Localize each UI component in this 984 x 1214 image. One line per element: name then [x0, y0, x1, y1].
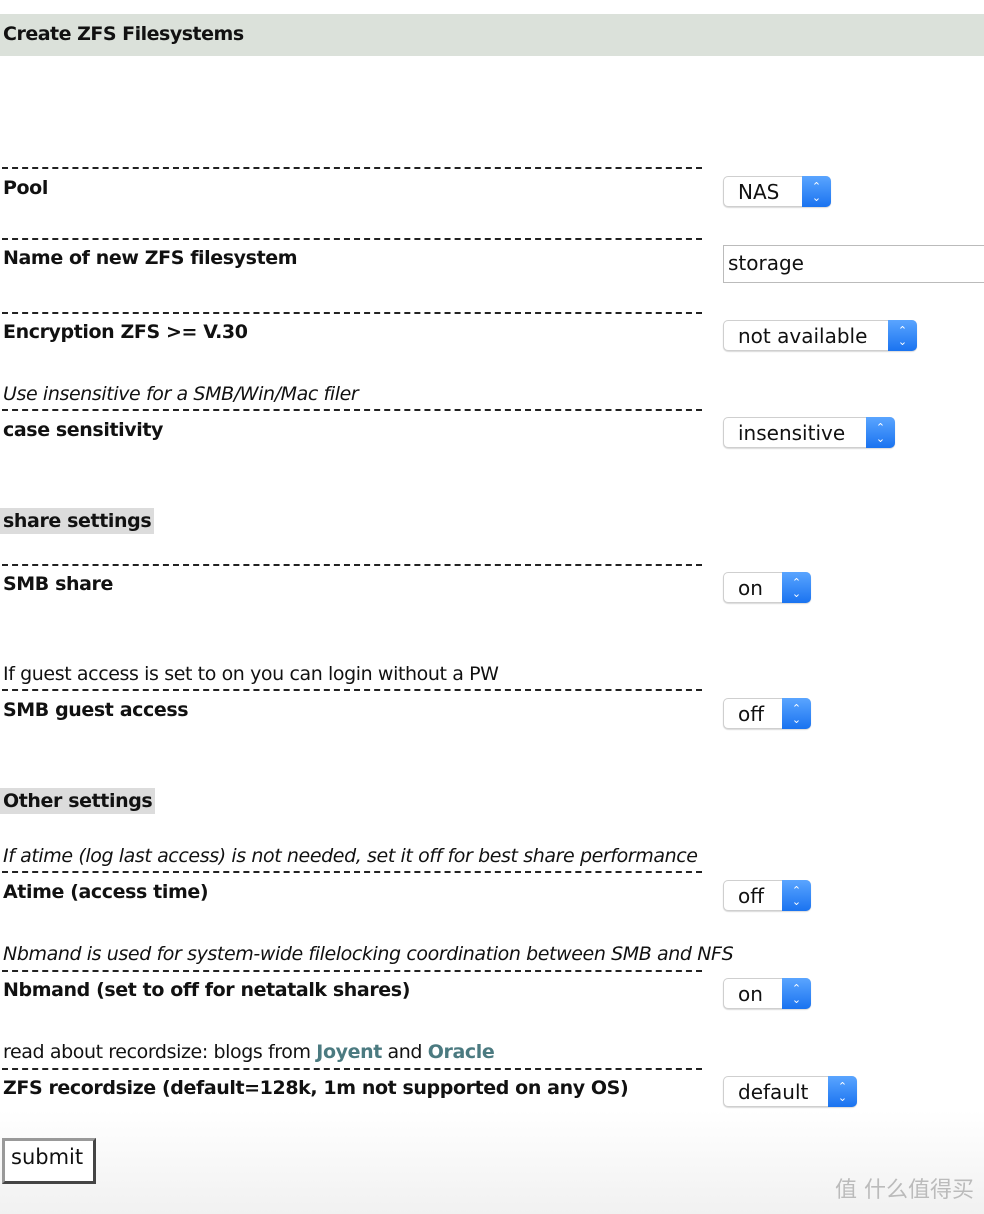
divider — [2, 167, 702, 169]
divider — [2, 1068, 702, 1070]
chevron-updown-icon: ⌃ ⌄ — [782, 698, 811, 729]
nbmand-value: on — [738, 982, 763, 1006]
atime-select[interactable]: off ⌃ ⌄ — [723, 880, 811, 911]
page-header: Create ZFS Filesystems — [0, 14, 984, 56]
section-other-settings: Other settings — [0, 788, 156, 814]
smb-guest-label: SMB guest access — [3, 699, 189, 721]
atime-hint: If atime (log last access) is not needed… — [3, 845, 698, 867]
smb-guest-select[interactable]: off ⌃ ⌄ — [723, 698, 811, 729]
divider — [2, 312, 702, 314]
recordsize-hint-text: read about recordsize: blogs from — [3, 1041, 311, 1063]
recordsize-hint: read about recordsize: blogs from Joyent… — [3, 1040, 495, 1064]
smb-share-label: SMB share — [3, 573, 114, 595]
chevron-updown-icon: ⌃ ⌄ — [782, 572, 811, 603]
recordsize-label: ZFS recordsize (default=128k, 1m not sup… — [3, 1077, 629, 1099]
pool-select[interactable]: NAS ⌃ ⌄ — [723, 176, 831, 207]
chevron-updown-icon: ⌃ ⌄ — [828, 1076, 857, 1107]
nbmand-select[interactable]: on ⌃ ⌄ — [723, 978, 811, 1009]
recordsize-value: default — [738, 1080, 809, 1104]
atime-value: off — [738, 884, 765, 908]
atime-label: Atime (access time) — [3, 881, 209, 903]
smb-guest-value: off — [738, 702, 765, 726]
nbmand-hint: Nbmand is used for system-wide filelocki… — [3, 943, 734, 965]
divider — [2, 409, 702, 411]
encryption-select[interactable]: not available ⌃ ⌄ — [723, 320, 917, 351]
smb-share-value: on — [738, 576, 763, 600]
divider — [2, 970, 702, 972]
joyent-link[interactable]: Joyent — [316, 1041, 382, 1063]
and-text: and — [387, 1041, 423, 1063]
chevron-updown-icon: ⌃ ⌄ — [782, 880, 811, 911]
chevron-updown-icon: ⌃ ⌄ — [802, 176, 831, 207]
chevron-updown-icon: ⌃ ⌄ — [866, 417, 895, 448]
pool-value: NAS — [738, 180, 780, 204]
chevron-updown-icon: ⌃ ⌄ — [888, 320, 917, 351]
divider — [2, 689, 702, 691]
encryption-label: Encryption ZFS >= V.30 — [3, 321, 248, 343]
divider — [2, 564, 702, 566]
smb-share-select[interactable]: on ⌃ ⌄ — [723, 572, 811, 603]
pool-label: Pool — [3, 177, 48, 199]
divider — [2, 238, 702, 240]
smb-guest-hint: If guest access is set to on you can log… — [3, 663, 499, 685]
case-value: insensitive — [738, 421, 846, 445]
oracle-link[interactable]: Oracle — [428, 1041, 495, 1063]
submit-button[interactable]: submit — [2, 1138, 96, 1184]
encryption-value: not available — [738, 324, 868, 348]
case-select[interactable]: insensitive ⌃ ⌄ — [723, 417, 895, 448]
divider — [2, 871, 702, 873]
chevron-updown-icon: ⌃ ⌄ — [782, 978, 811, 1009]
name-label: Name of new ZFS filesystem — [3, 247, 298, 269]
section-share-settings: share settings — [0, 508, 155, 534]
nbmand-label: Nbmand (set to off for netatalk shares) — [3, 979, 410, 1001]
filesystem-name-input[interactable]: storage — [723, 245, 984, 283]
page-title: Create ZFS Filesystems — [3, 23, 244, 45]
recordsize-select[interactable]: default ⌃ ⌄ — [723, 1076, 857, 1107]
watermark-logo: 值 什么值得买 — [835, 1178, 974, 1203]
case-hint: Use insensitive for a SMB/Win/Mac filer — [3, 383, 359, 405]
case-label: case sensitivity — [3, 419, 163, 441]
